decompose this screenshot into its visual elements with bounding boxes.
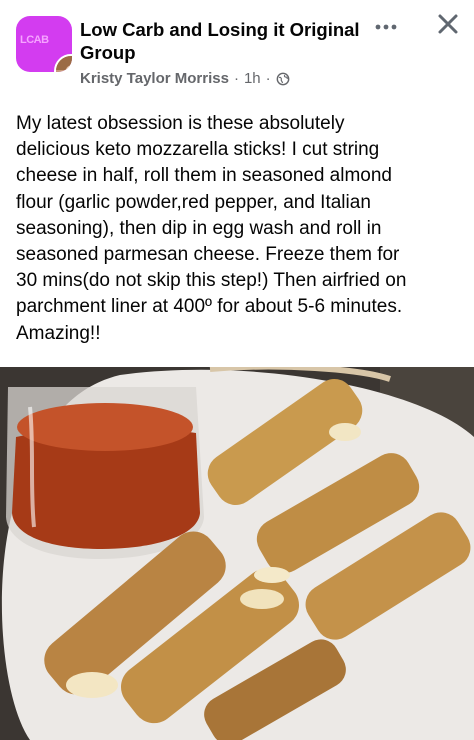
post-time[interactable]: 1h [244,70,261,87]
cheese-ooze-2 [254,567,290,583]
group-name-link[interactable]: Low Carb and Losing it Original Group [80,18,380,64]
cheese-ooze-3 [66,672,118,698]
more-dots-icon [374,17,398,35]
globe-icon [276,72,290,86]
meta-separator-2: · [265,70,271,87]
author-avatar[interactable] [54,54,72,72]
author-name-link[interactable]: Kristy Taylor Morriss [80,70,229,87]
close-button[interactable] [432,10,464,42]
post-body-text: My latest obsession is these absolutely … [16,113,407,344]
group-avatar[interactable]: LCAB [16,16,72,72]
post-meta: Kristy Taylor Morriss · 1h · [80,70,290,87]
group-avatar-label: LCAB [20,34,49,46]
cheese-ooze-4 [240,589,284,609]
meta-separator: · [233,70,239,87]
close-icon [437,13,459,40]
post-photo[interactable] [0,367,474,740]
cheese-ooze-1 [329,423,361,441]
post-header: LCAB Low Carb and Losing it Original Gro… [0,0,474,100]
photo-sauce-surface [17,403,193,451]
more-options-button[interactable] [370,14,402,38]
